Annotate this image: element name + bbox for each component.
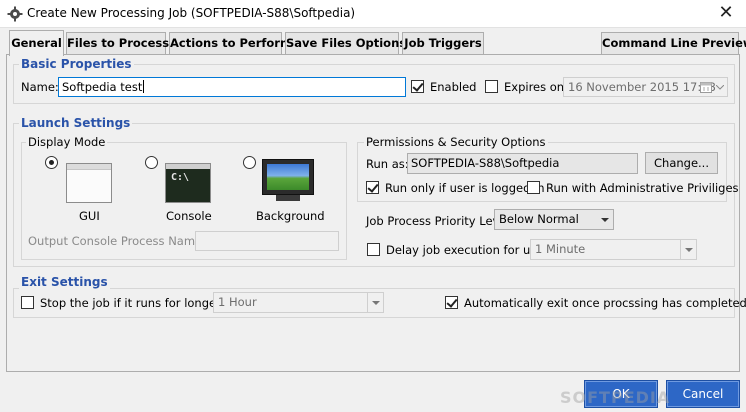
tab-save-files-options[interactable]: Save Files Options [285, 32, 406, 54]
expires-checkbox[interactable] [485, 80, 498, 93]
background-monitor-icon [262, 159, 314, 195]
expires-label: Expires on: [504, 80, 568, 94]
close-icon[interactable]: ✕ [712, 1, 740, 25]
enabled-checkbox[interactable] [411, 80, 424, 93]
console-label: Console [166, 209, 212, 223]
run-as-label: Run as: [366, 157, 409, 171]
window-title: Create New Processing Job (SOFTPEDIA-S88… [27, 6, 356, 20]
delay-value: 1 Minute [535, 242, 586, 256]
launch-settings-title: Launch Settings [19, 116, 133, 130]
permissions-title: Permissions & Security Options [364, 135, 548, 149]
change-user-button[interactable]: Change... [645, 152, 718, 174]
background-label: Background [256, 209, 325, 223]
chevron-down-icon [716, 85, 724, 90]
name-input-value: Softpedia test [62, 80, 143, 94]
console-window-titlebar [166, 164, 210, 169]
stop-job-select[interactable]: 1 Hour [213, 292, 384, 313]
stop-job-value: 1 Hour [218, 295, 257, 309]
background-radio[interactable] [243, 156, 256, 169]
delay-select[interactable]: 1 Minute [530, 239, 697, 260]
cancel-button[interactable]: Cancel [666, 380, 740, 408]
tab-actions-to-perform[interactable]: Actions to Perform [169, 32, 292, 54]
priority-value: Below Normal [499, 212, 579, 226]
admin-label: Run with Administrative Priviliges [546, 181, 739, 195]
console-prompt-text: C:\ [171, 172, 190, 183]
watermark-logo: SOFTPEDIA [560, 388, 671, 407]
auto-exit-label: Automatically exit once procssing has co… [464, 296, 746, 310]
gui-radio[interactable] [45, 156, 58, 169]
gui-label: GUI [79, 209, 100, 223]
basic-properties-title: Basic Properties [19, 57, 134, 71]
output-console-label: Output Console Process Name/ID: [28, 234, 223, 248]
chevron-down-icon [367, 293, 383, 312]
logged-in-checkbox[interactable] [366, 181, 379, 194]
tab-files-to-process[interactable]: Files to Process [66, 32, 169, 54]
text-caret [143, 80, 145, 93]
console-window-icon: C:\ [165, 163, 211, 203]
chevron-down-icon [597, 210, 613, 229]
name-input[interactable]: Softpedia test [58, 77, 406, 97]
app-gear-icon [7, 6, 23, 22]
auto-exit-checkbox[interactable] [445, 296, 458, 309]
exit-settings-title: Exit Settings [19, 275, 110, 289]
tab-job-triggers[interactable]: Job Triggers [402, 32, 484, 54]
stop-job-checkbox[interactable] [21, 296, 34, 309]
tab-command-line-preview[interactable]: Command Line Preview [601, 32, 746, 54]
desktop-screen-icon [267, 164, 309, 190]
expires-date-value: 16 November 2015 17:28 [568, 80, 716, 94]
tab-general[interactable]: General [9, 30, 64, 56]
expires-date-picker[interactable]: 16 November 2015 17:28 [563, 77, 728, 97]
chevron-down-icon [680, 240, 696, 259]
delay-checkbox[interactable] [367, 243, 380, 256]
priority-label: Job Process Priority Level: [366, 214, 514, 228]
logged-in-label: Run only if user is logged in [385, 181, 545, 195]
admin-checkbox[interactable] [527, 181, 540, 194]
gui-window-titlebar [67, 164, 111, 170]
enabled-label: Enabled [430, 80, 477, 94]
priority-select[interactable]: Below Normal [494, 209, 614, 230]
console-radio[interactable] [145, 156, 158, 169]
monitor-stand-icon [276, 195, 300, 201]
expires-dropdown-arrow[interactable] [714, 78, 727, 96]
output-console-input[interactable] [195, 231, 339, 251]
display-mode-title: Display Mode [26, 135, 108, 149]
run-as-input[interactable]: SOFTPEDIA-S88\Softpedia [407, 153, 638, 174]
name-label: Name: [21, 80, 59, 94]
title-bar[interactable]: Create New Processing Job (SOFTPEDIA-S88… [0, 0, 746, 28]
gui-window-icon [66, 163, 112, 203]
calendar-icon [700, 82, 712, 93]
